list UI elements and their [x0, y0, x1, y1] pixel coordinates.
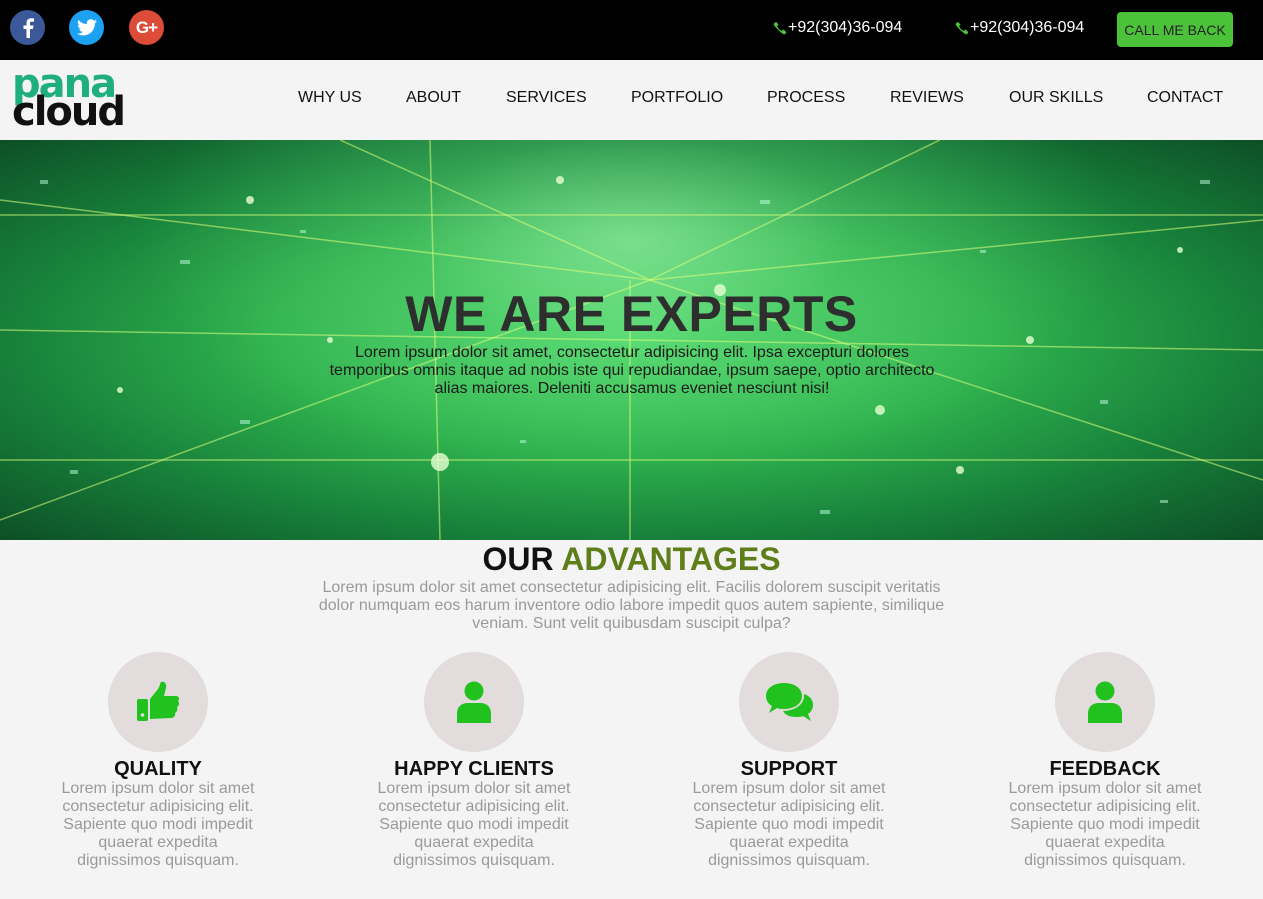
facebook-link[interactable]	[10, 10, 45, 45]
nav-item-contact[interactable]: CONTACT	[1147, 89, 1223, 107]
nav-item-reviews[interactable]: REVIEWS	[890, 89, 964, 107]
nav-item-about[interactable]: ABOUT	[406, 89, 461, 107]
nav-bar: pana cloud WHY US ABOUT SERVICES PORTFOL…	[0, 60, 1263, 140]
feature-title: HAPPY CLIENTS	[394, 758, 554, 780]
feature-icon-circle	[739, 652, 839, 752]
phone-number-2[interactable]: +92(304)36-094	[955, 19, 1084, 37]
feature-title: SUPPORT	[740, 758, 838, 780]
hero-title: WE ARE EXPERTS	[405, 286, 858, 342]
advantages-title-part-2: ADVANTAGES	[561, 541, 781, 577]
advantages-title: OUR ADVANTAGES	[0, 541, 1263, 577]
feature-title: FEEDBACK	[1049, 758, 1161, 780]
user-icon	[457, 681, 491, 723]
google-plus-icon: G+	[135, 17, 158, 37]
advantages-description: Lorem ipsum dolor sit amet consectetur a…	[318, 579, 945, 632]
phone-number-1[interactable]: +92(304)36-094	[773, 19, 902, 37]
feature-feedback: FEEDBACK Lorem ipsum dolor sit amet cons…	[995, 652, 1215, 870]
feature-description: Lorem ipsum dolor sit amet consectetur a…	[1008, 780, 1202, 869]
main-nav: WHY US ABOUT SERVICES PORTFOLIO PROCESS …	[0, 89, 1263, 111]
hero-banner: WE ARE EXPERTS Lorem ipsum dolor sit ame…	[0, 140, 1263, 540]
feature-icon-circle	[108, 652, 208, 752]
nav-item-process[interactable]: PROCESS	[767, 89, 845, 107]
feature-icon-circle	[1055, 652, 1155, 752]
feature-support: SUPPORT Lorem ipsum dolor sit amet conse…	[679, 652, 899, 870]
feature-description: Lorem ipsum dolor sit amet consectetur a…	[692, 780, 886, 869]
nav-item-services[interactable]: SERVICES	[506, 89, 587, 107]
twitter-icon	[76, 19, 97, 36]
feature-description: Lorem ipsum dolor sit amet consectetur a…	[377, 780, 571, 869]
feature-happy-clients: HAPPY CLIENTS Lorem ipsum dolor sit amet…	[364, 652, 584, 870]
feature-icon-circle	[424, 652, 524, 752]
phone-icon	[955, 22, 969, 35]
call-me-back-button[interactable]: CALL ME BACK	[1117, 12, 1233, 47]
feature-quality: QUALITY Lorem ipsum dolor sit amet conse…	[48, 652, 268, 870]
nav-item-our-skills[interactable]: OUR SKILLS	[1009, 89, 1103, 107]
twitter-link[interactable]	[69, 10, 104, 45]
facebook-icon	[23, 17, 34, 38]
nav-item-portfolio[interactable]: PORTFOLIO	[631, 89, 723, 107]
phone-icon	[773, 22, 787, 35]
feature-title: QUALITY	[114, 758, 202, 780]
feature-description: Lorem ipsum dolor sit amet consectetur a…	[61, 780, 255, 869]
hero-description: Lorem ipsum dolor sit amet, consectetur …	[329, 344, 935, 397]
google-plus-link[interactable]: G+	[129, 10, 164, 45]
thumbs-up-icon	[137, 681, 180, 721]
comments-icon	[766, 683, 813, 721]
advantages-title-part-1: OUR	[482, 541, 554, 577]
top-bar: G+ +92(304)36-094 +92(304)36-094 CALL ME…	[0, 0, 1263, 60]
phone-number-text: +92(304)36-094	[970, 19, 1085, 36]
user-icon	[1088, 681, 1122, 723]
phone-number-text: +92(304)36-094	[788, 19, 903, 36]
nav-item-why-us[interactable]: WHY US	[298, 89, 362, 107]
